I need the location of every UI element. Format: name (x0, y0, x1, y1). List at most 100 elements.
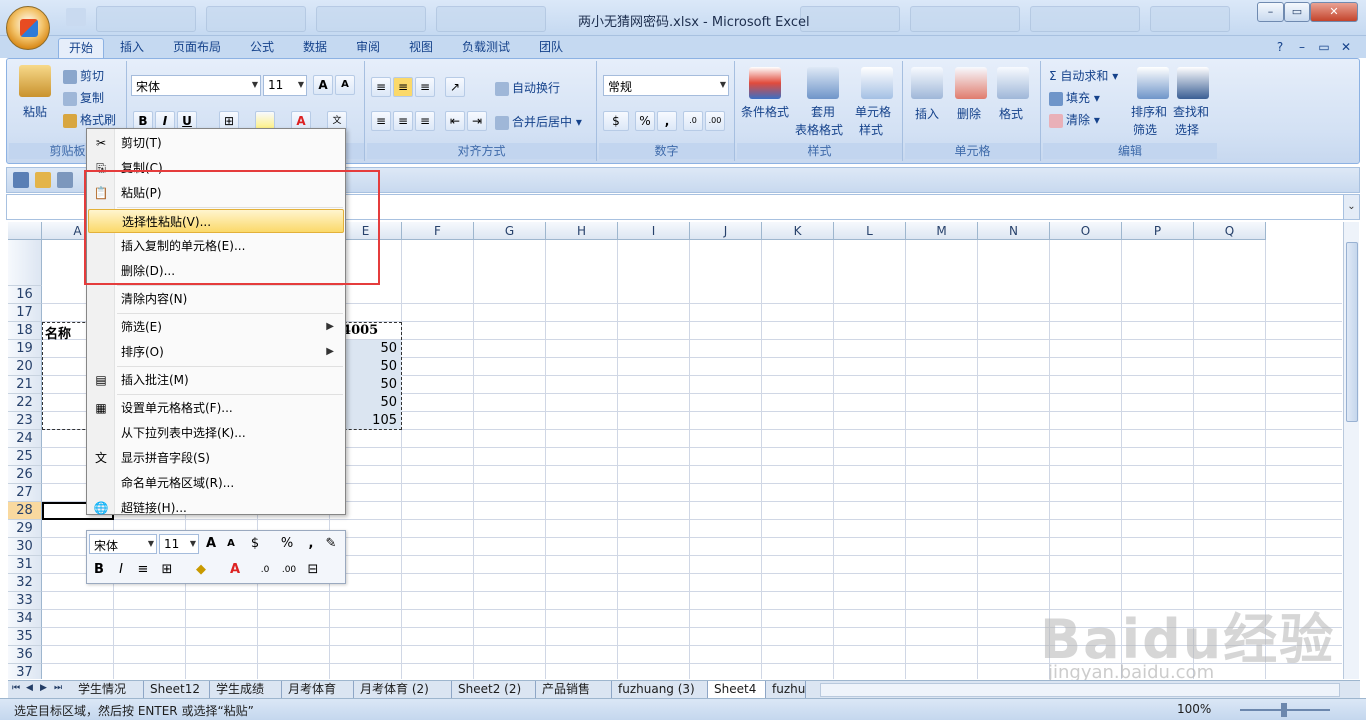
mini-font-size-combo[interactable]: 11 ▼ (159, 534, 199, 554)
vertical-scrollbar[interactable] (1343, 222, 1359, 679)
mini-font-color-button[interactable]: A (225, 560, 245, 580)
row-header[interactable]: 20 (8, 358, 42, 376)
scroll-thumb[interactable] (1346, 242, 1358, 422)
mini-merge-button[interactable]: ⊟ (303, 560, 323, 580)
background-window-tab[interactable] (1030, 6, 1140, 32)
mini-fill-color-button[interactable]: ◆ (191, 560, 211, 580)
mini-decrease-decimal-button[interactable]: .00 (279, 560, 299, 580)
mini-increase-decimal-button[interactable]: .0 (255, 560, 275, 580)
decrease-decimal-button[interactable]: .00 (705, 111, 725, 131)
select-all-corner[interactable] (8, 222, 42, 240)
insert-cells-button[interactable]: 插入 (915, 105, 939, 122)
sheet-tab[interactable]: 产品销售 (536, 681, 612, 698)
cell-styles-button[interactable]: 单元格 (855, 103, 891, 120)
open-icon[interactable] (35, 172, 51, 188)
sheet-tab[interactable]: fuzhu (766, 681, 806, 698)
sheet-tab[interactable]: 月考体育 (2) (354, 681, 452, 698)
row-header[interactable]: 37 (8, 664, 42, 679)
maximize-button[interactable]: ▭ (1284, 2, 1310, 22)
row-header[interactable]: 35 (8, 628, 42, 646)
row-header[interactable]: 29 (8, 520, 42, 538)
last-sheet-icon[interactable]: ⏭ (54, 683, 62, 693)
orientation-button[interactable]: ↗ (445, 77, 465, 97)
fill-button[interactable]: 填充 ▾ (1049, 89, 1100, 106)
ribbon-restore-icon[interactable]: ▭ (1316, 39, 1332, 55)
font-name-combo[interactable]: 宋体 ▼ (131, 75, 261, 96)
shrink-font-button[interactable]: A (335, 75, 355, 95)
zoom-slider-knob[interactable] (1281, 703, 1287, 717)
column-header[interactable]: H (546, 222, 618, 240)
tab-insert[interactable]: 插入 (110, 38, 154, 58)
background-window-tab[interactable] (206, 6, 306, 32)
column-header[interactable]: F (402, 222, 474, 240)
tab-review[interactable]: 审阅 (346, 38, 390, 58)
align-center-button[interactable]: ≡ (393, 111, 413, 131)
mini-currency-button[interactable]: $ (245, 534, 265, 554)
column-header[interactable]: O (1050, 222, 1122, 240)
context-menu-item[interactable]: 🌐 超链接(H)... (88, 496, 344, 520)
format-as-table-button[interactable]: 套用 (811, 103, 835, 120)
sheet-tab[interactable]: 月考体育 (282, 681, 354, 698)
context-menu-item[interactable]: 清除内容(N) (88, 287, 344, 311)
align-bottom-button[interactable]: ≡ (415, 77, 435, 97)
increase-indent-button[interactable]: ⇥ (467, 111, 487, 131)
background-window-tab[interactable] (800, 6, 900, 32)
minimize-button[interactable]: – (1257, 2, 1284, 22)
cut-button[interactable]: 剪切 (63, 67, 104, 84)
office-button[interactable] (6, 6, 50, 50)
first-sheet-icon[interactable]: ⏮ (12, 683, 20, 693)
column-header[interactable]: M (906, 222, 978, 240)
column-header[interactable]: J (690, 222, 762, 240)
ribbon-close-icon[interactable]: ✕ (1338, 39, 1354, 55)
context-menu-item[interactable]: 文显示拼音字段(S) (88, 446, 344, 470)
row-header[interactable] (8, 240, 42, 286)
mini-font-name-combo[interactable]: 宋体 ▼ (89, 534, 157, 554)
chevron-down-icon[interactable]: ▼ (148, 539, 154, 548)
increase-decimal-button[interactable]: .0 (683, 111, 703, 131)
row-header[interactable]: 18 (8, 322, 42, 340)
column-header[interactable]: P (1122, 222, 1194, 240)
align-middle-button[interactable]: ≡ (393, 77, 413, 97)
tab-formulas[interactable]: 公式 (240, 38, 284, 58)
sort-filter-label[interactable]: 筛选 (1133, 121, 1157, 138)
row-header[interactable]: 34 (8, 610, 42, 628)
percent-button[interactable]: % (635, 111, 655, 131)
sheet-tab[interactable]: 学生情况 (72, 681, 144, 698)
prev-sheet-icon[interactable]: ◀ (26, 683, 33, 693)
context-menu-item[interactable]: ▤ 插入批注(M) (88, 368, 344, 392)
currency-button[interactable]: $ (603, 111, 629, 131)
mini-percent-button[interactable]: % (277, 534, 297, 554)
row-header[interactable]: 32 (8, 574, 42, 592)
zoom-level[interactable]: 100% (1177, 702, 1211, 716)
mini-format-painter-icon[interactable]: ✎ (321, 534, 341, 554)
help-icon[interactable]: ? (1272, 39, 1288, 55)
next-sheet-icon[interactable]: ▶ (40, 683, 47, 693)
row-header[interactable]: 22 (8, 394, 42, 412)
sheet-tab[interactable]: 学生成绩 (210, 681, 282, 698)
row-header[interactable]: 26 (8, 466, 42, 484)
cell-styles-label[interactable]: 样式 (859, 121, 883, 138)
row-header[interactable]: 21 (8, 376, 42, 394)
column-header[interactable]: K (762, 222, 834, 240)
tab-page-layout[interactable]: 页面布局 (163, 38, 231, 58)
row-header[interactable]: 24 (8, 430, 42, 448)
mini-grow-font-button[interactable]: A (201, 534, 221, 554)
mini-bold-button[interactable]: B (89, 560, 109, 580)
chevron-down-icon[interactable]: ▼ (298, 80, 304, 89)
format-cells-button[interactable]: 格式 (999, 105, 1023, 122)
print-preview-icon[interactable] (57, 172, 73, 188)
tab-load-test[interactable]: 负载测试 (452, 38, 520, 58)
tab-view[interactable]: 视图 (399, 38, 443, 58)
close-button[interactable]: ✕ (1310, 2, 1358, 22)
comma-button[interactable]: , (657, 111, 677, 131)
row-header[interactable]: 28 (8, 502, 42, 520)
context-menu-item[interactable]: 筛选(E) ▶ (88, 315, 344, 339)
row-header[interactable]: 16 (8, 286, 42, 304)
context-menu-item[interactable]: ▦ 设置单元格格式(F)... (88, 396, 344, 420)
tab-home[interactable]: 开始 (58, 38, 105, 58)
font-size-combo[interactable]: 11 ▼ (263, 75, 307, 96)
background-window-tab[interactable] (96, 6, 196, 32)
row-header[interactable]: 36 (8, 646, 42, 664)
row-header[interactable]: 31 (8, 556, 42, 574)
row-header[interactable]: 30 (8, 538, 42, 556)
